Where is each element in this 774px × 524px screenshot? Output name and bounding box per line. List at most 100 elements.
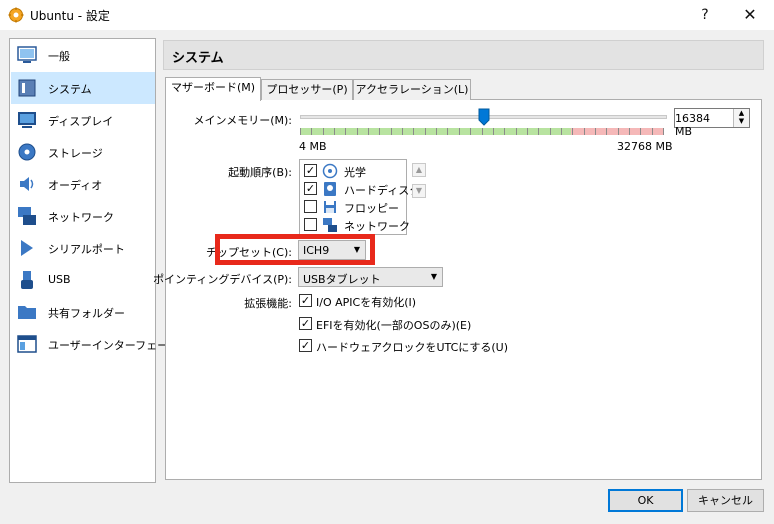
floppy-icon: [324, 201, 336, 213]
memory-scale-tick: [652, 128, 653, 135]
memory-scale-tick: [436, 128, 437, 135]
memory-spinbox[interactable]: 16384 MB ▲ ▼: [674, 108, 750, 138]
boot-item-label: ネットワーク: [344, 220, 410, 233]
memory-slider-thumb[interactable]: [478, 108, 490, 126]
tab-processor[interactable]: プロセッサー(P): [261, 79, 353, 100]
storage-icon: [18, 143, 36, 161]
system-icon: [18, 79, 36, 97]
tab-panel-motherboard: [165, 99, 762, 480]
chipset-select[interactable]: ICH9 ▼: [298, 240, 366, 260]
boot-order-list: ✓ 光学 ✓ ハードディスク フロッピー ネットワーク: [299, 159, 420, 235]
sidebar-item-usb[interactable]: USB: [11, 264, 155, 296]
memory-scale-tick: [618, 128, 619, 135]
sidebar-item-user-interface[interactable]: ユーザーインターフェース: [11, 328, 179, 360]
optical-disc-icon: [322, 163, 338, 179]
chevron-down-icon: ▼: [353, 245, 360, 254]
sidebar-item-label: オーディオ: [48, 179, 103, 192]
ok-button[interactable]: OK: [608, 489, 683, 512]
display-icon: [18, 112, 36, 128]
boot-item-hard-disk[interactable]: ✓ ハードディスク: [302, 180, 420, 198]
sidebar-item-display[interactable]: ディスプレイ: [11, 104, 155, 136]
sidebar-item-audio[interactable]: オーディオ: [11, 168, 155, 200]
memory-scale-tick: [482, 128, 483, 135]
boot-item-checkbox[interactable]: ✓: [304, 182, 317, 195]
memory-max-label: 32768 MB: [617, 140, 673, 153]
memory-scale-tick: [323, 128, 324, 135]
memory-scale-tick: [391, 128, 392, 135]
chipset-value: ICH9: [303, 244, 330, 257]
help-button[interactable]: ?: [692, 5, 718, 25]
boot-item-label: 光学: [344, 166, 366, 179]
memory-scale-tick: [606, 128, 607, 135]
boot-item-floppy[interactable]: フロッピー: [302, 198, 406, 216]
boot-item-optical[interactable]: ✓ 光学: [302, 162, 406, 180]
move-down-button[interactable]: ▼: [412, 184, 426, 198]
extended-features-label: 拡張機能:: [244, 297, 292, 310]
user-interface-icon: [17, 335, 37, 353]
boot-order-label: 起動順序(B):: [228, 166, 292, 179]
tab-motherboard[interactable]: マザーボード(M): [165, 77, 261, 101]
spin-arrows-icon[interactable]: ▲ ▼: [733, 109, 749, 127]
chipset-label: チップセット(C):: [206, 246, 292, 259]
close-button[interactable]: ✕: [737, 5, 763, 25]
memory-scale-tick: [516, 128, 517, 135]
memory-scale-tick: [538, 128, 539, 135]
sidebar-item-label: シリアルポート: [48, 243, 125, 256]
pointing-device-label: ポインティングデバイス(P):: [153, 273, 292, 286]
utc-clock-label: ハードウェアクロックをUTCにする(U): [316, 341, 508, 354]
sidebar-item-label: USB: [48, 273, 71, 286]
sidebar-item-storage[interactable]: ストレージ: [11, 136, 155, 168]
serial-port-icon: [21, 240, 33, 256]
boot-item-network[interactable]: ネットワーク: [302, 216, 410, 234]
memory-label: メインメモリー(M):: [193, 114, 292, 127]
ioapic-checkbox[interactable]: ✓: [299, 294, 312, 307]
memory-scale-tick: [572, 128, 573, 135]
memory-scale-tick: [640, 128, 641, 135]
sidebar-item-label: ネットワーク: [48, 211, 114, 224]
cancel-button[interactable]: キャンセル: [687, 489, 764, 512]
tab-acceleration[interactable]: アクセラレーション(L): [353, 79, 471, 100]
general-icon: [17, 46, 37, 63]
memory-scale-tick: [368, 128, 369, 135]
title-bar: Ubuntu - 設定 ? ✕: [0, 0, 774, 30]
memory-scale-tick: [629, 128, 630, 135]
memory-value: 16384 MB: [675, 112, 710, 138]
virtualbox-gear-icon: [8, 7, 24, 23]
sidebar-item-label: ストレージ: [48, 147, 103, 160]
move-up-button[interactable]: ▲: [412, 163, 426, 177]
sidebar-item-network[interactable]: ネットワーク: [11, 200, 155, 232]
memory-scale-tick: [311, 128, 312, 135]
sidebar-item-serial-port[interactable]: シリアルポート: [11, 232, 155, 264]
audio-icon: [20, 177, 34, 191]
sidebar-item-general[interactable]: 一般: [11, 39, 155, 71]
chevron-down-icon: ▼: [430, 272, 437, 281]
sidebar-item-label: ユーザーインターフェース: [48, 339, 179, 352]
boot-item-label: ハードディスク: [344, 184, 421, 197]
efi-checkbox[interactable]: ✓: [299, 317, 312, 330]
sidebar-item-label: 一般: [48, 50, 70, 63]
sidebar-item-system[interactable]: システム: [11, 72, 155, 104]
memory-scale-tick: [300, 128, 301, 135]
memory-scale-tick: [595, 128, 596, 135]
boot-item-checkbox[interactable]: [304, 200, 317, 213]
memory-scale-tick: [663, 128, 664, 135]
shared-folder-icon: [18, 306, 36, 319]
settings-sidebar: 一般 システム ディスプレイ ストレージ オーディオ ネットワーク シリアルポー…: [9, 38, 179, 483]
memory-scale-tick: [584, 128, 585, 135]
ioapic-label: I/O APICを有効化(I): [316, 296, 417, 309]
pointing-device-select[interactable]: USBタブレット ▼: [298, 267, 443, 287]
section-title: システム: [172, 51, 224, 66]
memory-scale-tick: [459, 128, 460, 135]
utc-clock-checkbox[interactable]: ✓: [299, 339, 312, 352]
boot-item-checkbox[interactable]: ✓: [304, 164, 317, 177]
boot-item-checkbox[interactable]: [304, 218, 317, 231]
network-icon: [323, 218, 337, 232]
network-icon: [18, 207, 36, 225]
efi-label: EFIを有効化(一部のOSのみ)(E): [316, 319, 472, 332]
memory-scale-tick: [470, 128, 471, 135]
memory-scale-tick: [402, 128, 403, 135]
memory-scale-tick: [425, 128, 426, 135]
sidebar-item-shared-folders[interactable]: 共有フォルダー: [11, 296, 155, 328]
memory-scale-tick: [334, 128, 335, 135]
sidebar-item-label: 共有フォルダー: [48, 307, 125, 320]
